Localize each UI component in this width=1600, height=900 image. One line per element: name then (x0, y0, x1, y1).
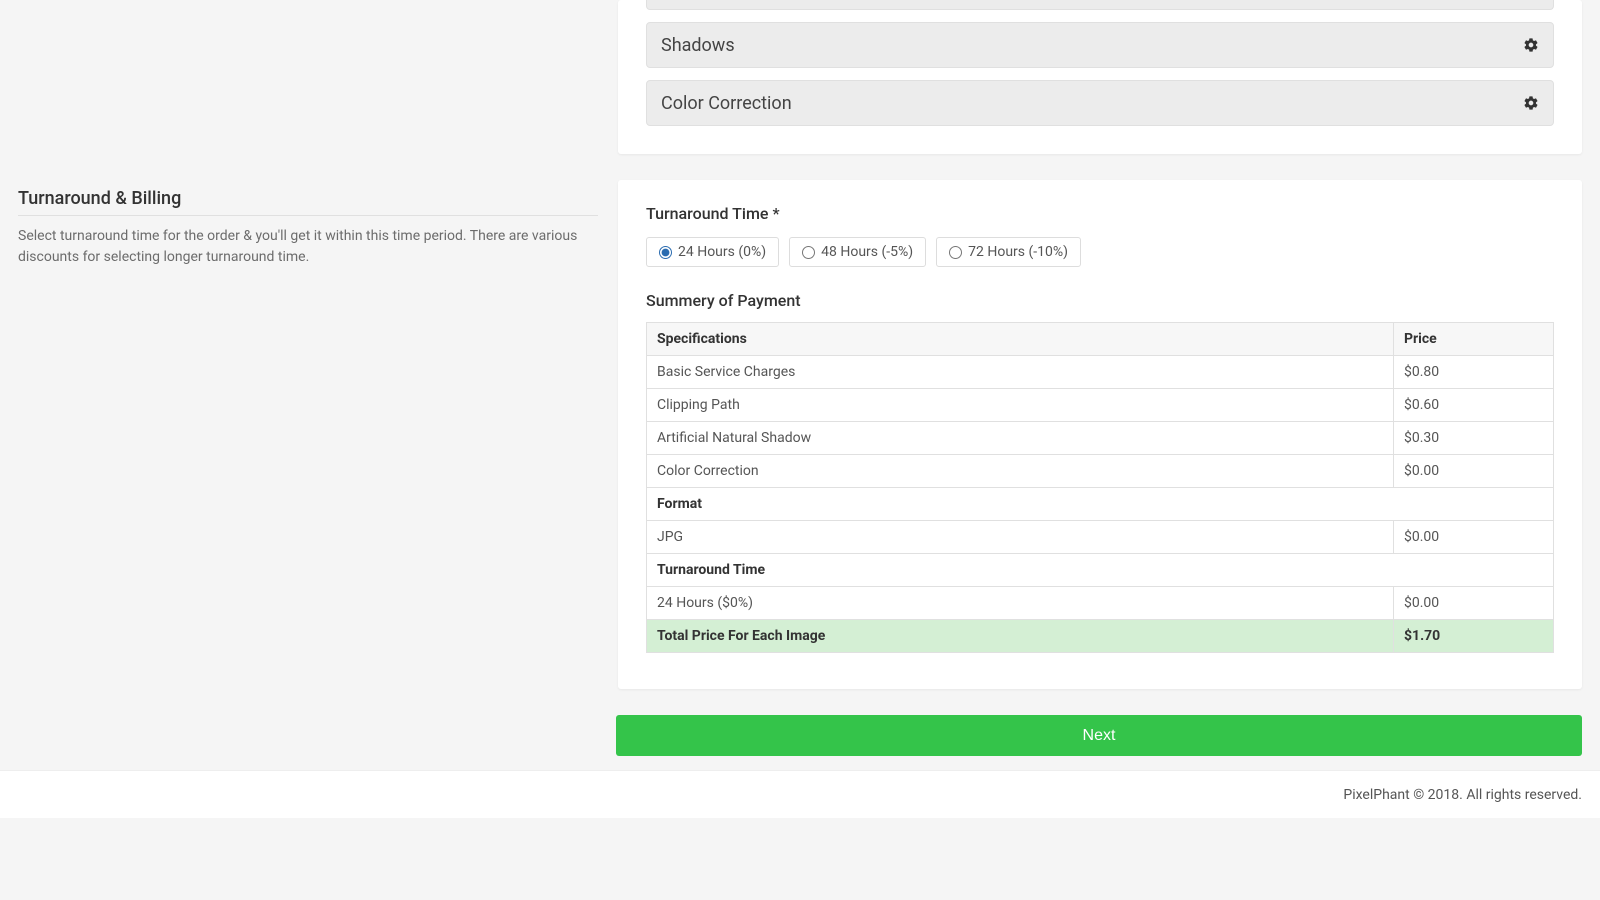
turnaround-radio-24[interactable] (659, 246, 672, 259)
turnaround-option-48[interactable]: 48 Hours (-5%) (789, 237, 926, 267)
table-row: Basic Service Charges$0.80 (647, 356, 1554, 389)
table-row-total: Total Price For Each Image$1.70 (647, 620, 1554, 653)
col-spec: Specifications (647, 323, 1394, 356)
accordion-color-correction[interactable]: Color Correction (646, 80, 1554, 126)
table-row: 24 Hours ($0%)$0.00 (647, 587, 1554, 620)
accordion-shadows-label: Shadows (661, 35, 735, 56)
table-row: Turnaround Time (647, 554, 1554, 587)
gear-icon (1523, 37, 1539, 53)
turnaround-option-48-label: 48 Hours (-5%) (821, 244, 913, 260)
footer-text: PixelPhant © 2018. All rights reserved. (1343, 787, 1582, 803)
accordion-color-correction-label: Color Correction (661, 93, 792, 114)
turnaround-radio-48[interactable] (802, 246, 815, 259)
turnaround-option-72[interactable]: 72 Hours (-10%) (936, 237, 1081, 267)
payment-summary-title: Summery of Payment (646, 291, 1554, 310)
accordion-prev-stub[interactable] (646, 0, 1554, 10)
table-row: Color Correction$0.00 (647, 455, 1554, 488)
accordion-shadows[interactable]: Shadows (646, 22, 1554, 68)
gear-icon (1523, 95, 1539, 111)
turnaround-option-24[interactable]: 24 Hours (0%) (646, 237, 779, 267)
turnaround-section-desc: Select turnaround time for the order & y… (18, 216, 598, 268)
turnaround-section-title: Turnaround & Billing (18, 180, 598, 216)
table-row: JPG$0.00 (647, 521, 1554, 554)
turnaround-time-label: Turnaround Time * (646, 204, 1554, 223)
next-button[interactable]: Next (616, 715, 1582, 756)
table-row: Format (647, 488, 1554, 521)
payment-summary-table: Specifications Price Basic Service Charg… (646, 322, 1554, 653)
turnaround-radio-72[interactable] (949, 246, 962, 259)
col-price: Price (1394, 323, 1554, 356)
turnaround-option-24-label: 24 Hours (0%) (678, 244, 766, 260)
turnaround-option-72-label: 72 Hours (-10%) (968, 244, 1068, 260)
table-row: Clipping Path$0.60 (647, 389, 1554, 422)
table-row: Artificial Natural Shadow$0.30 (647, 422, 1554, 455)
